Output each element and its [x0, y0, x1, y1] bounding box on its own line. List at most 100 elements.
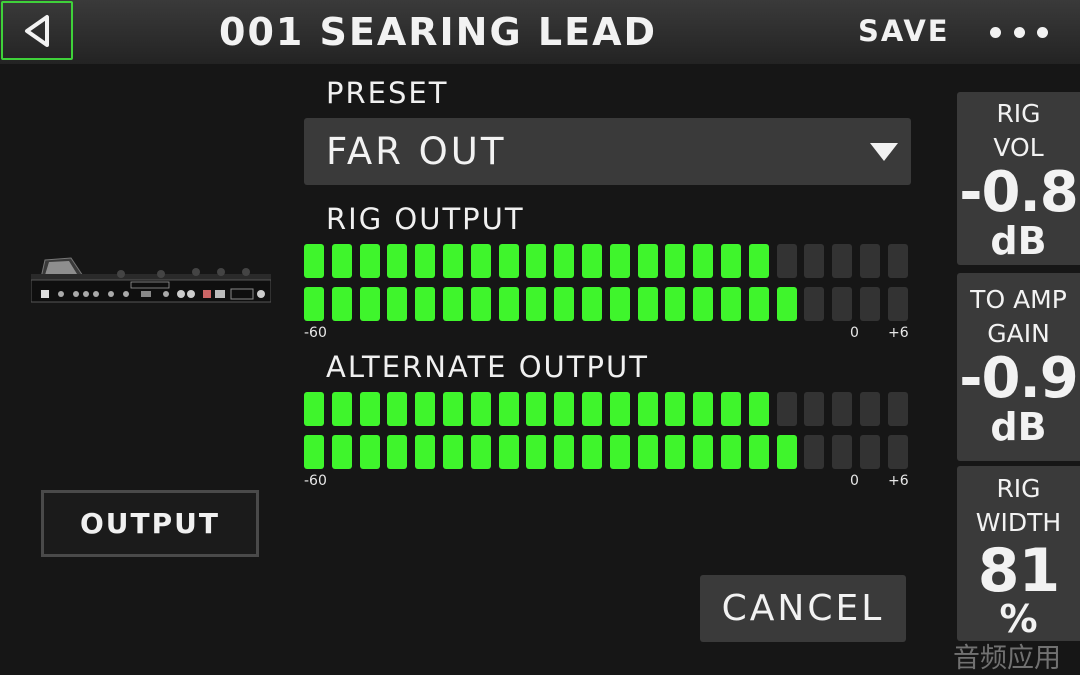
more-dots-icon	[1013, 26, 1025, 38]
meter-segment	[554, 244, 574, 278]
meter-segment	[804, 244, 824, 278]
meter-segment	[832, 244, 852, 278]
rig-output-label: RIG OUTPUT	[326, 202, 525, 236]
meter-segment	[471, 244, 491, 278]
meter-segment	[610, 392, 630, 426]
more-dots-icon	[1037, 26, 1048, 38]
meter-segment	[832, 392, 852, 426]
meter-segment	[888, 287, 908, 321]
rig-vol-unit: dB	[990, 219, 1047, 263]
meter-segment	[777, 287, 797, 321]
meter-segment	[332, 392, 352, 426]
meter-segment	[721, 244, 741, 278]
back-triangle-icon	[25, 14, 49, 47]
chevron-down-icon	[870, 143, 898, 161]
meter-segment	[777, 435, 797, 469]
meter-segment	[832, 287, 852, 321]
meter-segment	[888, 435, 908, 469]
meter-segment	[610, 435, 630, 469]
meter-segment	[443, 435, 463, 469]
meter-segment	[499, 244, 519, 278]
rig-output-scale-zero: 0	[850, 325, 859, 341]
meter-segment	[526, 435, 546, 469]
meter-segment	[665, 244, 685, 278]
meter-segment	[721, 435, 741, 469]
meter-segment	[443, 392, 463, 426]
meter-segment	[499, 392, 519, 426]
rig-width-unit: %	[999, 597, 1038, 641]
meter-segment	[471, 392, 491, 426]
meter-segment	[471, 287, 491, 321]
header-bar: 001 SEARING LEAD SAVE	[0, 0, 1080, 64]
rig-vol-value: -0.8	[959, 160, 1078, 225]
meter-segment	[860, 392, 880, 426]
save-button[interactable]: SAVE	[858, 14, 950, 48]
rig-vol-knob[interactable]: RIG VOL -0.8 dB	[957, 92, 1080, 265]
back-button[interactable]	[1, 1, 73, 60]
meter-segment	[638, 244, 658, 278]
output-button[interactable]: OUTPUT	[41, 490, 259, 557]
preset-dropdown[interactable]: FAR OUT	[304, 118, 911, 185]
meter-segment	[415, 287, 435, 321]
rig-vol-label-1: RIG	[996, 99, 1041, 128]
rig-output-scale-max: +6	[888, 325, 909, 341]
meter-segment	[860, 287, 880, 321]
meter-segment	[360, 435, 380, 469]
meter-segment	[415, 435, 435, 469]
more-options-button[interactable]	[990, 14, 1048, 50]
device-rear-panel-image	[31, 257, 271, 303]
to-amp-gain-value: -0.9	[959, 346, 1078, 411]
alternate-output-scale-zero: 0	[850, 473, 859, 489]
meter-segment	[304, 287, 324, 321]
rig-width-label-1: RIG	[996, 474, 1041, 503]
meter-segment	[749, 244, 769, 278]
meter-segment	[610, 287, 630, 321]
preset-value: FAR OUT	[326, 130, 507, 173]
meter-segment	[360, 392, 380, 426]
meter-segment	[721, 392, 741, 426]
meter-segment	[749, 287, 769, 321]
meter-segment	[888, 244, 908, 278]
meter-segment	[332, 435, 352, 469]
meter-segment	[693, 287, 713, 321]
meter-segment	[387, 392, 407, 426]
meter-segment	[693, 392, 713, 426]
meter-segment	[638, 435, 658, 469]
meter-segment	[360, 287, 380, 321]
alternate-output-scale-max: +6	[888, 473, 909, 489]
meter-segment	[693, 244, 713, 278]
meter-segment	[665, 392, 685, 426]
meter-segment	[526, 287, 546, 321]
meter-segment	[832, 435, 852, 469]
meter-segment	[638, 392, 658, 426]
meter-segment	[804, 392, 824, 426]
meter-segment	[860, 435, 880, 469]
meter-segment	[749, 392, 769, 426]
watermark-text: 音频应用	[953, 643, 1061, 674]
meter-segment	[304, 392, 324, 426]
meter-segment	[554, 435, 574, 469]
rig-width-knob[interactable]: RIG WIDTH 81 %	[957, 466, 1080, 641]
meter-segment	[471, 435, 491, 469]
meter-segment	[582, 244, 602, 278]
meter-segment	[665, 435, 685, 469]
cancel-button[interactable]: CANCEL	[700, 575, 906, 642]
meter-segment	[415, 392, 435, 426]
meter-segment	[554, 392, 574, 426]
meter-segment	[499, 435, 519, 469]
meter-segment	[332, 287, 352, 321]
meter-segment	[693, 435, 713, 469]
meter-segment	[526, 244, 546, 278]
meter-segment	[804, 287, 824, 321]
meter-segment	[526, 392, 546, 426]
meter-segment	[804, 435, 824, 469]
to-amp-gain-knob[interactable]: TO AMP GAIN -0.9 dB	[957, 273, 1080, 461]
meter-segment	[860, 244, 880, 278]
meter-segment	[304, 244, 324, 278]
meter-segment	[443, 287, 463, 321]
rig-output-scale-min: -60	[304, 325, 327, 341]
meter-segment	[749, 435, 769, 469]
meter-segment	[360, 244, 380, 278]
meter-segment	[304, 435, 324, 469]
to-amp-gain-label-1: TO AMP	[970, 285, 1067, 314]
